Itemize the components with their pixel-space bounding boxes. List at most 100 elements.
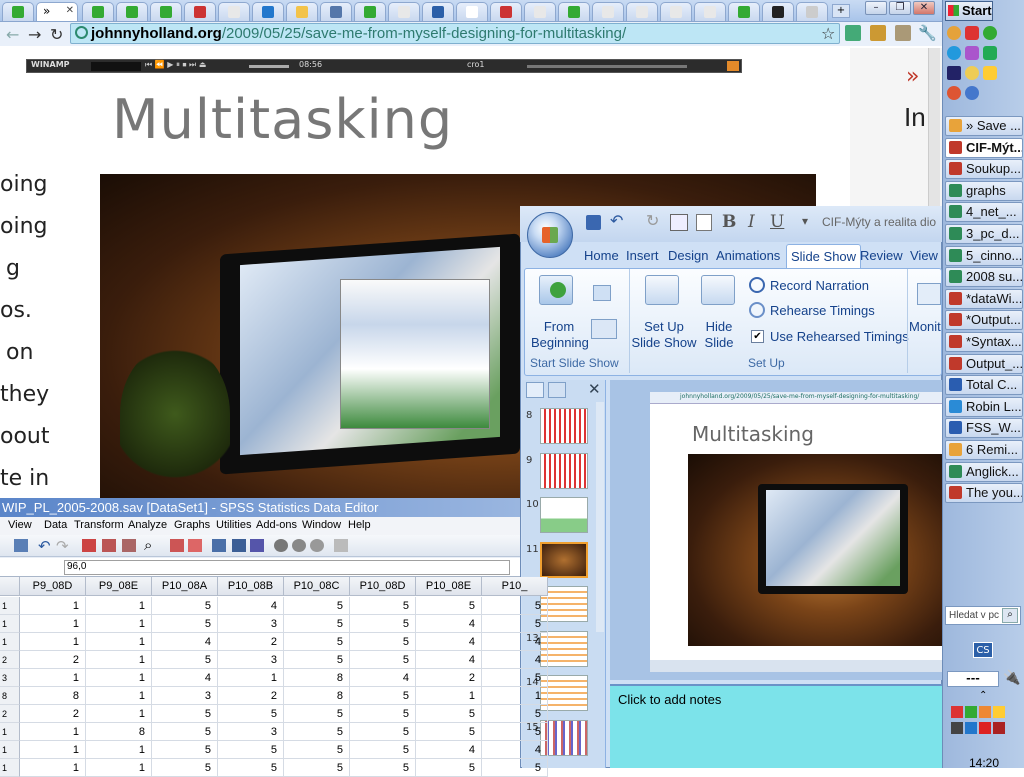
row-header[interactable]: 8 xyxy=(0,687,20,705)
data-cell[interactable]: 5 xyxy=(218,705,284,723)
browser-tab[interactable] xyxy=(354,2,386,21)
data-cell[interactable]: 5 xyxy=(350,651,416,669)
current-slide[interactable]: johnnyholland.org/2009/05/25/save-me-fro… xyxy=(650,392,942,672)
data-cell[interactable]: 5 xyxy=(350,615,416,633)
browser-tab[interactable] xyxy=(286,2,318,21)
data-cell[interactable]: 4 xyxy=(416,615,482,633)
winamp-controls[interactable]: ⏮ ⏪ ▶ ⏸ ⏹ ⏭ ⏏ xyxy=(145,60,206,70)
data-cell[interactable]: 2 xyxy=(218,687,284,705)
data-cell[interactable]: 5 xyxy=(152,741,218,759)
bookmark-star-icon[interactable]: ☆ xyxy=(821,24,835,43)
data-cell[interactable]: 5 xyxy=(482,759,548,777)
outline-tab[interactable] xyxy=(548,382,566,398)
data-cell[interactable]: 1 xyxy=(218,669,284,687)
spss-menu-analyze[interactable]: Analyze xyxy=(128,519,167,531)
data-cell[interactable]: 5 xyxy=(350,633,416,651)
taskbar-button[interactable]: Soukup... xyxy=(945,159,1023,180)
data-cell[interactable]: 5 xyxy=(284,651,350,669)
data-cell[interactable]: 5 xyxy=(284,615,350,633)
value-labels-icon[interactable] xyxy=(274,539,288,552)
data-cell[interactable]: 5 xyxy=(218,741,284,759)
data-cell[interactable]: 4 xyxy=(218,597,284,615)
data-cell[interactable]: 1 xyxy=(416,687,482,705)
browser-tab[interactable] xyxy=(626,2,658,21)
quick-launch-icon[interactable] xyxy=(965,66,979,80)
row-header[interactable]: 1 xyxy=(0,741,20,759)
browser-tab[interactable] xyxy=(592,2,624,21)
data-cell[interactable]: 1 xyxy=(86,669,152,687)
page-menu-icon[interactable] xyxy=(895,25,911,41)
slide-thumbnail[interactable] xyxy=(540,452,588,489)
browser-tab[interactable] xyxy=(2,2,34,21)
data-cell[interactable]: 5 xyxy=(284,597,350,615)
taskbar-field[interactable]: --- xyxy=(947,671,999,687)
data-cell[interactable]: 1 xyxy=(20,669,86,687)
data-cell[interactable]: 5 xyxy=(284,705,350,723)
layout-icon[interactable] xyxy=(670,214,688,231)
tray-icon[interactable] xyxy=(951,722,963,734)
underline-icon[interactable]: U xyxy=(770,212,784,232)
ribbon-tab-animations[interactable]: Animations xyxy=(712,244,784,268)
winamp-close-button[interactable] xyxy=(727,61,739,71)
slides-tab[interactable] xyxy=(526,382,544,398)
notes-pane[interactable]: Click to add notes xyxy=(610,684,942,768)
data-cell[interactable]: 5 xyxy=(284,759,350,777)
column-header[interactable]: P10_08E xyxy=(416,577,482,596)
spss-menu-transform[interactable]: Transform xyxy=(74,519,124,531)
data-cell[interactable]: 1 xyxy=(86,705,152,723)
row-header[interactable]: 1 xyxy=(0,633,20,651)
taskbar-button[interactable]: 5_cinno... xyxy=(945,245,1023,266)
tray-icon[interactable] xyxy=(979,722,991,734)
tray-icon[interactable] xyxy=(951,706,963,718)
ribbon-tab-review[interactable]: Review xyxy=(856,244,907,268)
browser-tab[interactable] xyxy=(728,2,760,21)
show-all-icon[interactable] xyxy=(310,539,324,552)
restore-button[interactable]: ❐ xyxy=(889,1,911,15)
taskbar-button[interactable]: FSS_W... xyxy=(945,418,1023,439)
column-header[interactable]: P10_08D xyxy=(350,577,416,596)
skype-icon[interactable] xyxy=(947,46,961,60)
data-cell[interactable]: 5 xyxy=(152,723,218,741)
data-cell[interactable]: 4 xyxy=(416,633,482,651)
cell-value-input[interactable]: 96,0 xyxy=(64,560,510,575)
data-cell[interactable]: 3 xyxy=(218,615,284,633)
tray-icon[interactable] xyxy=(979,706,991,718)
data-cell[interactable]: 5 xyxy=(218,759,284,777)
data-cell[interactable]: 5 xyxy=(284,741,350,759)
data-cell[interactable]: 1 xyxy=(86,687,152,705)
data-cell[interactable]: 1 xyxy=(86,759,152,777)
hide-slide-button[interactable]: Hide Slide xyxy=(697,319,741,351)
goto-variable-icon[interactable] xyxy=(102,539,116,552)
ribbon-tab-insert[interactable]: Insert xyxy=(622,244,663,268)
spss-menu-utilities[interactable]: Utilities xyxy=(216,519,251,531)
data-cell[interactable]: 4 xyxy=(482,633,548,651)
use-sets-icon[interactable] xyxy=(292,539,306,552)
taskbar-button[interactable]: *Output... xyxy=(945,310,1023,331)
data-cell[interactable]: 5 xyxy=(350,759,416,777)
taskbar-button[interactable]: » Save ... xyxy=(945,116,1023,136)
row-header[interactable]: 2 xyxy=(0,651,20,669)
close-window-button[interactable]: ✕ xyxy=(913,1,935,15)
data-cell[interactable]: 5 xyxy=(152,615,218,633)
tray-icon[interactable] xyxy=(965,706,977,718)
ribbon-tab-home[interactable]: Home xyxy=(580,244,623,268)
quick-launch-icon[interactable] xyxy=(983,46,997,60)
data-cell[interactable]: 1 xyxy=(86,741,152,759)
data-cell[interactable]: 5 xyxy=(416,723,482,741)
save-icon[interactable] xyxy=(586,215,601,230)
data-cell[interactable]: 5 xyxy=(482,723,548,741)
language-indicator[interactable]: CS xyxy=(973,642,993,658)
set-up-slide-show-button[interactable]: Set Up Slide Show xyxy=(629,319,699,351)
taskbar-button[interactable]: 4_net_... xyxy=(945,202,1023,223)
select-cases-icon[interactable] xyxy=(250,539,264,552)
taskbar-button[interactable]: The you... xyxy=(945,483,1023,504)
taskbar-button[interactable]: Total C... xyxy=(945,375,1023,396)
from-beginning-icon[interactable] xyxy=(539,275,573,305)
spss-menu-window[interactable]: Window xyxy=(302,519,341,531)
data-cell[interactable]: 2 xyxy=(416,669,482,687)
data-cell[interactable]: 4 xyxy=(482,651,548,669)
search-box[interactable]: Hledat v pc ⌕ xyxy=(945,606,1021,625)
data-cell[interactable]: 5 xyxy=(350,723,416,741)
redo-icon[interactable]: ↷ xyxy=(56,537,69,555)
data-cell[interactable]: 5 xyxy=(350,597,416,615)
